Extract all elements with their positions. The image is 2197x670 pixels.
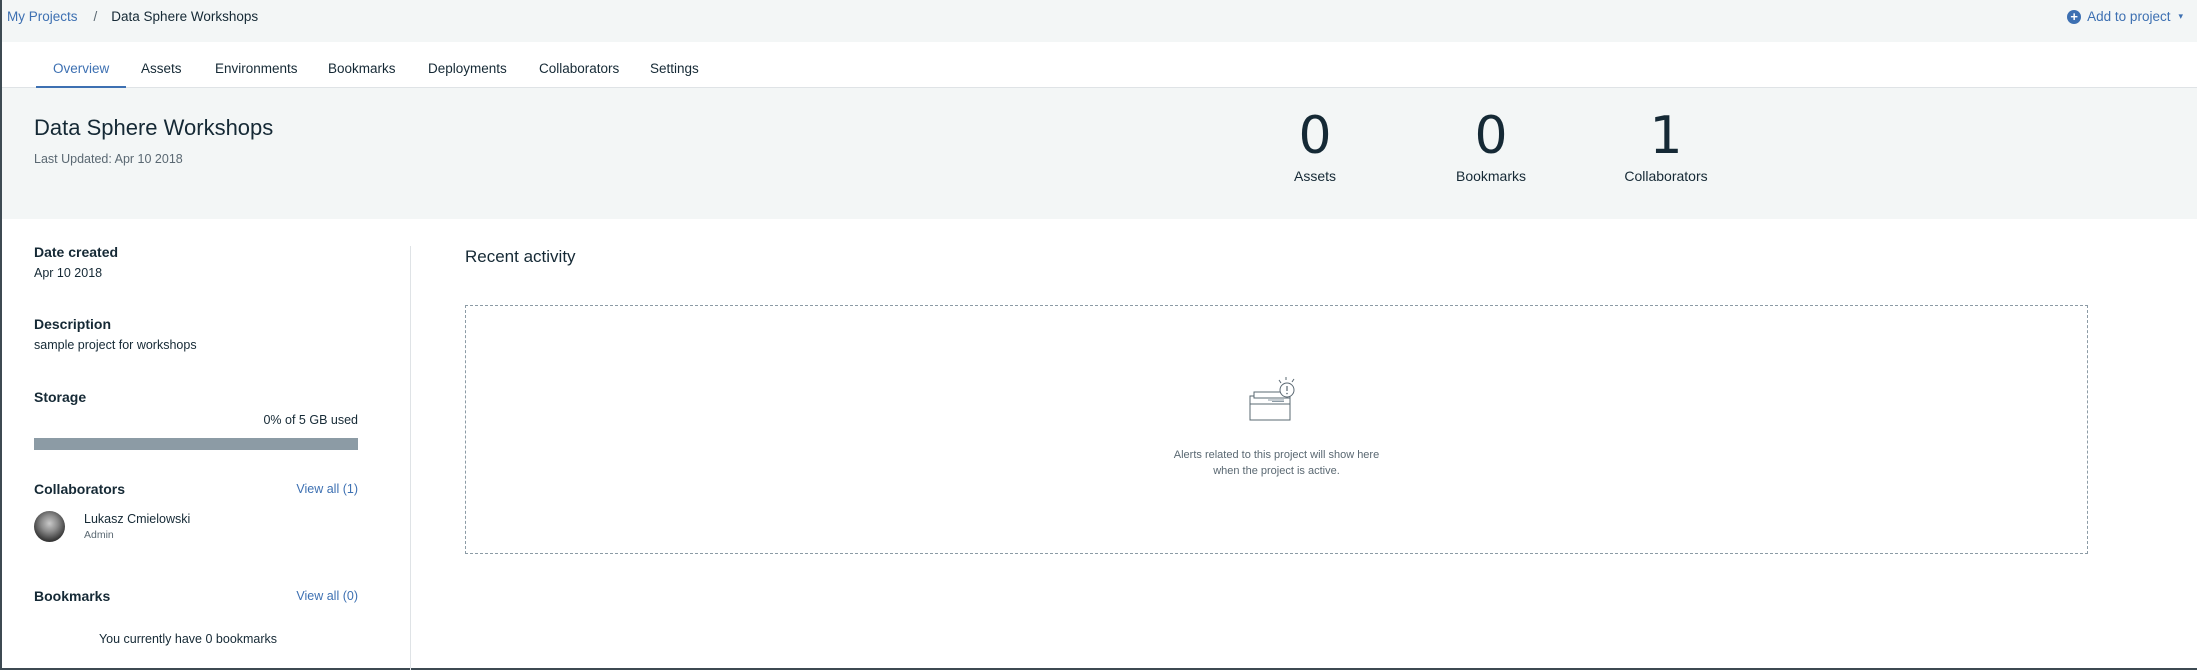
collaborator-role: Admin — [84, 529, 114, 541]
tab-collaborators[interactable]: Collaborators — [522, 42, 636, 88]
date-created-value: Apr 10 2018 — [34, 266, 103, 280]
stat-collaborators-value: 1 — [1649, 106, 1683, 166]
bookmarks-section: Bookmarks View all (0) You currently hav… — [34, 588, 358, 646]
top-bar: My Projects / Data Sphere Workshops + Ad… — [2, 0, 2197, 42]
project-details-sidebar: Date created Apr 10 2018 Description sam… — [34, 244, 358, 646]
add-to-project-button[interactable]: + Add to project ▾ — [2067, 9, 2183, 24]
sidebar-divider — [410, 246, 411, 670]
stat-collaborators-label: Collaborators — [1624, 168, 1708, 184]
tab-deployments[interactable]: Deployments — [411, 42, 524, 88]
stat-assets-value: 0 — [1298, 106, 1332, 166]
tab-bookmarks[interactable]: Bookmarks — [311, 42, 413, 88]
recent-activity-panel: Alerts related to this project will show… — [465, 305, 2088, 554]
collaborators-title: Collaborators — [34, 481, 126, 497]
page-title: Data Sphere Workshops — [34, 115, 274, 140]
last-updated: Last Updated: Apr 10 2018 — [34, 152, 183, 166]
stat-bookmarks-label: Bookmarks — [1455, 168, 1527, 184]
bookmarks-empty-text: You currently have 0 bookmarks — [98, 632, 278, 646]
stat-collaborators: 1 Collaborators — [1596, 106, 1736, 184]
breadcrumb-current: Data Sphere Workshops — [111, 9, 259, 24]
stat-bookmarks: 0 Bookmarks — [1421, 106, 1561, 184]
tab-bar: Overview Assets Environments Bookmarks D… — [2, 42, 2197, 88]
empty-message-line-1: Alerts related to this project will show… — [1173, 449, 1380, 461]
description-title: Description — [34, 316, 112, 332]
recent-activity-title: Recent activity — [465, 247, 576, 266]
caret-down-icon: ▾ — [2178, 11, 2183, 21]
tab-overview[interactable]: Overview — [36, 42, 127, 88]
avatar — [34, 511, 65, 542]
bookmarks-title: Bookmarks — [34, 588, 111, 604]
recent-activity-empty-message: Alerts related to this project will show… — [466, 447, 2087, 479]
breadcrumb-my-projects[interactable]: My Projects — [7, 9, 78, 24]
stat-assets-label: Assets — [1293, 168, 1336, 184]
collaborator-name: Lukasz Cmielowski — [84, 512, 191, 526]
collaborator-item[interactable]: Lukasz Cmielowski Admin — [34, 511, 358, 542]
date-created-title: Date created — [34, 244, 119, 260]
activity-alert-icon — [1249, 377, 1295, 421]
storage-used-text: 0% of 5 GB used — [263, 413, 358, 427]
stat-assets: 0 Assets — [1245, 106, 1385, 184]
view-all-bookmarks-link[interactable]: View all (0) — [296, 589, 358, 603]
tab-settings[interactable]: Settings — [633, 42, 716, 88]
breadcrumb-separator: / — [93, 9, 98, 24]
storage-progress-bar — [34, 438, 358, 450]
tab-assets[interactable]: Assets — [124, 42, 199, 88]
view-all-collaborators-link[interactable]: View all (1) — [296, 482, 358, 496]
breadcrumb: My Projects / Data Sphere Workshops — [7, 9, 258, 24]
storage-title: Storage — [34, 389, 87, 405]
date-created-section: Date created Apr 10 2018 — [34, 244, 358, 280]
description-value: sample project for workshops — [34, 338, 197, 352]
description-section: Description sample project for workshops — [34, 316, 358, 352]
plus-circle-icon: + — [2067, 9, 2082, 24]
empty-message-line-2: when the project is active. — [1213, 465, 1340, 477]
stat-bookmarks-value: 0 — [1474, 106, 1508, 166]
project-header: Data Sphere Workshops Last Updated: Apr … — [2, 88, 2197, 219]
storage-section: Storage 0% of 5 GB used — [34, 389, 358, 450]
collaborators-section: Collaborators View all (1) Lukasz Cmielo… — [34, 481, 358, 542]
add-to-project-label: Add to project — [2087, 9, 2171, 24]
tab-environments[interactable]: Environments — [198, 42, 315, 88]
